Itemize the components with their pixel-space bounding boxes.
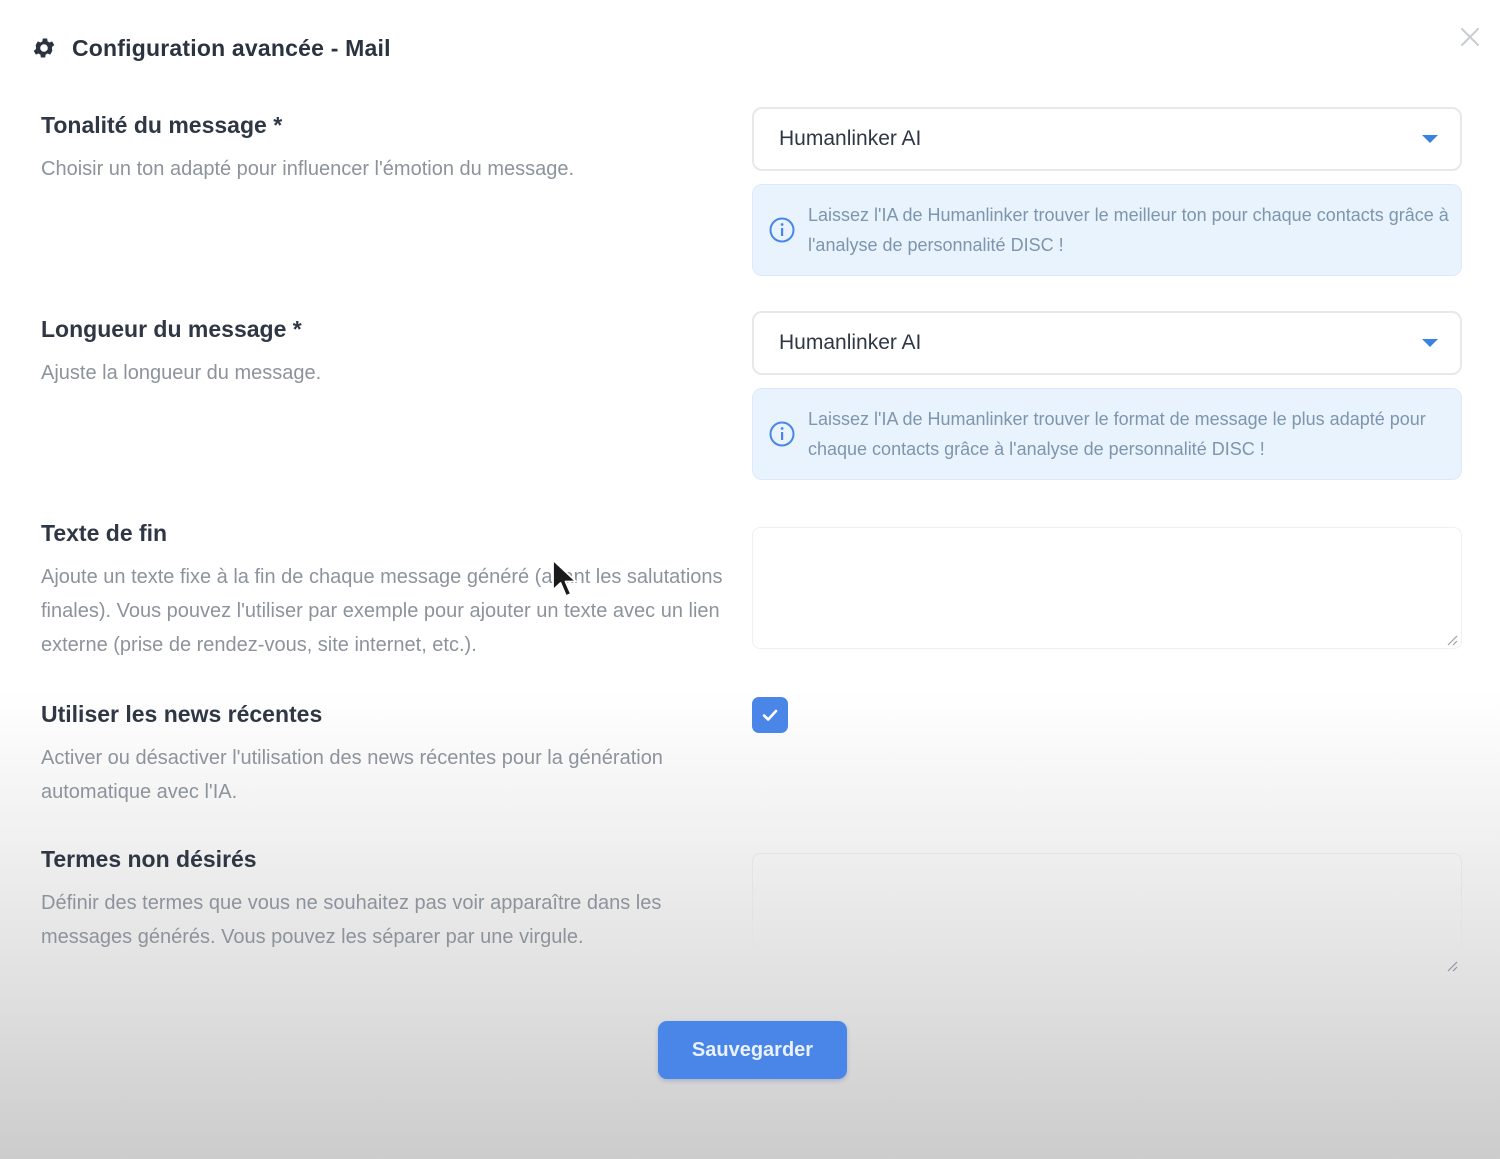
length-section: Longueur du message * Ajuste la longueur… bbox=[41, 314, 731, 390]
tone-info-box: Laissez l'IA de Humanlinker trouver le m… bbox=[752, 184, 1462, 276]
info-icon bbox=[769, 421, 795, 447]
recent-news-description: Activer ou désactiver l'utilisation des … bbox=[41, 747, 663, 803]
length-description: Ajuste la longueur du message. bbox=[41, 362, 322, 384]
close-button[interactable] bbox=[1455, 22, 1485, 52]
tone-description: Choisir un ton adapté pour influencer l'… bbox=[41, 158, 575, 180]
length-label: Longueur du message * bbox=[41, 316, 302, 342]
dialog-title: Configuration avancée - Mail bbox=[72, 34, 391, 61]
length-info-text: Laissez l'IA de Humanlinker trouver le f… bbox=[808, 409, 1426, 459]
tone-select[interactable]: Humanlinker AI bbox=[752, 107, 1462, 171]
length-select-value: Humanlinker AI bbox=[779, 331, 922, 354]
recent-news-checkbox[interactable] bbox=[752, 697, 788, 733]
recent-news-section: Utiliser les news récentes Activer ou dé… bbox=[41, 699, 731, 809]
dialog-header: Configuration avancée - Mail bbox=[30, 30, 391, 66]
close-icon bbox=[1461, 28, 1479, 46]
unwanted-terms-textarea[interactable] bbox=[752, 853, 1462, 975]
end-text-textarea[interactable] bbox=[752, 527, 1462, 649]
length-select[interactable]: Humanlinker AI bbox=[752, 311, 1462, 375]
checkmark-icon bbox=[762, 709, 778, 721]
unwanted-terms-section: Termes non désirés Définir des termes qu… bbox=[41, 844, 731, 954]
tone-info-text: Laissez l'IA de Humanlinker trouver le m… bbox=[808, 205, 1449, 255]
advanced-config-dialog: Configuration avancée - Mail Tonalité du… bbox=[0, 0, 1500, 1159]
unwanted-terms-label: Termes non désirés bbox=[41, 846, 257, 872]
end-text-label: Texte de fin bbox=[41, 520, 168, 546]
tone-label: Tonalité du message * bbox=[41, 112, 283, 138]
mouse-cursor-icon bbox=[552, 559, 577, 597]
end-text-description: Ajoute un texte fixe à la fin de chaque … bbox=[41, 566, 723, 656]
resize-handle-icon[interactable] bbox=[1446, 634, 1458, 646]
chevron-down-icon bbox=[1422, 135, 1438, 143]
recent-news-label: Utiliser les news récentes bbox=[41, 701, 323, 727]
info-icon bbox=[769, 217, 795, 243]
gear-icon bbox=[30, 34, 58, 62]
unwanted-terms-description: Définir des termes que vous ne souhaitez… bbox=[41, 892, 662, 948]
resize-handle-icon[interactable] bbox=[1446, 960, 1458, 972]
chevron-down-icon bbox=[1422, 339, 1438, 347]
tone-select-value: Humanlinker AI bbox=[779, 127, 922, 150]
tone-section: Tonalité du message * Choisir un ton ada… bbox=[41, 110, 731, 186]
save-button[interactable]: Sauvegarder bbox=[658, 1021, 847, 1079]
length-info-box: Laissez l'IA de Humanlinker trouver le f… bbox=[752, 388, 1462, 480]
end-text-section: Texte de fin Ajoute un texte fixe à la f… bbox=[41, 518, 731, 662]
